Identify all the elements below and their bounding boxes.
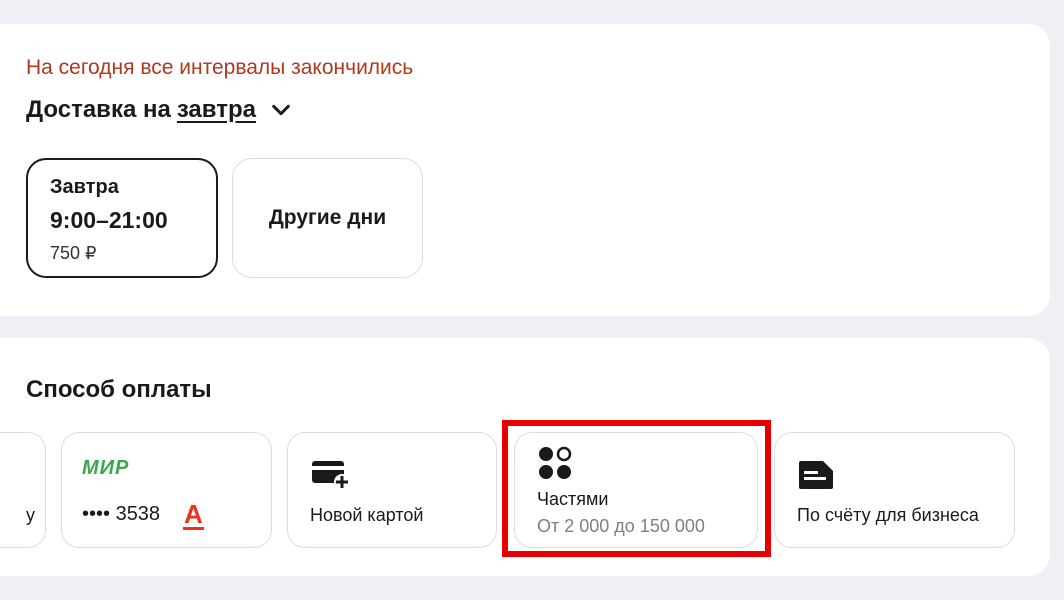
payment-card-partial-label: у bbox=[26, 505, 35, 525]
payment-card-business[interactable]: По счёту для бизнеса bbox=[774, 432, 1015, 548]
delivery-panel: На сегодня все интервалы закончились Дос… bbox=[0, 24, 1050, 316]
selection-highlight bbox=[502, 420, 771, 557]
no-intervals-notice: На сегодня все интервалы закончились bbox=[26, 56, 414, 79]
payment-title: Способ оплаты bbox=[26, 376, 212, 403]
new-card-label: Новой картой bbox=[310, 505, 424, 525]
alfa-bank-icon: А bbox=[184, 499, 203, 529]
invoice-icon bbox=[799, 461, 833, 489]
delivery-heading-prefix: Доставка на bbox=[26, 96, 171, 123]
card-number: •••• 3538 bbox=[82, 503, 161, 525]
payment-card-new[interactable]: Новой картой bbox=[287, 432, 497, 548]
add-card-icon bbox=[312, 461, 350, 490]
chevron-down-icon[interactable] bbox=[270, 99, 292, 121]
delivery-date-link[interactable]: завтра bbox=[177, 96, 256, 124]
slot-price: 750 ₽ bbox=[50, 243, 97, 263]
delivery-slot-other-days[interactable]: Другие дни bbox=[232, 158, 423, 278]
slot-day: Завтра bbox=[50, 176, 119, 198]
slot-other-label: Другие дни bbox=[268, 206, 387, 229]
slot-time: 9:00–21:00 bbox=[50, 207, 168, 233]
mir-logo: МИР bbox=[82, 457, 130, 479]
delivery-slot-tomorrow[interactable]: Завтра 9:00–21:00 750 ₽ bbox=[26, 158, 218, 278]
delivery-heading: Доставка на завтра bbox=[26, 96, 292, 124]
alfa-bank-underline bbox=[183, 527, 204, 530]
payment-card-mir[interactable]: МИР •••• 3538 А bbox=[61, 432, 272, 548]
business-label: По счёту для бизнеса bbox=[797, 505, 979, 525]
payment-card-partial[interactable]: у bbox=[0, 432, 46, 548]
